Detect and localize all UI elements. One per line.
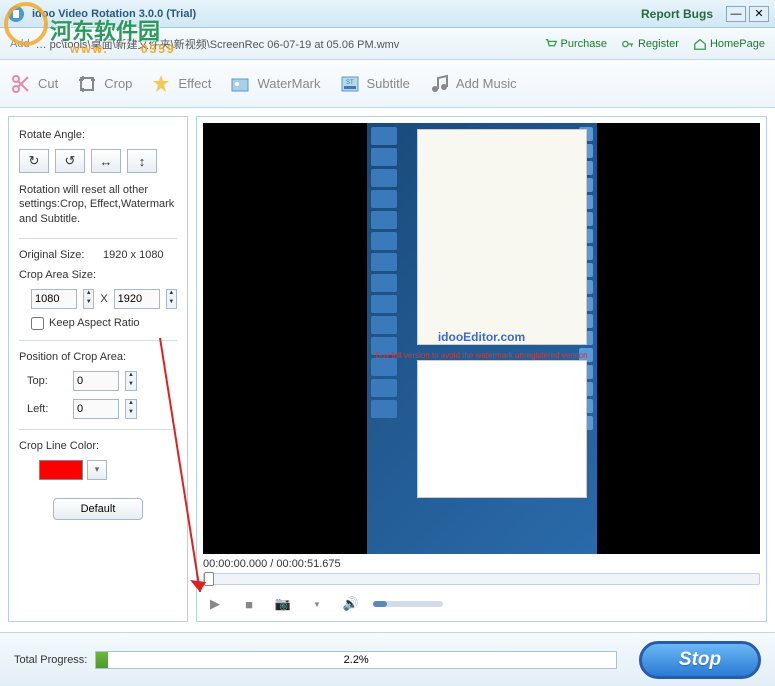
add-label: Add bbox=[10, 38, 30, 50]
crop-top-input[interactable] bbox=[73, 371, 119, 391]
report-bugs-link[interactable]: Report Bugs bbox=[641, 7, 713, 21]
stop-playback-button[interactable]: ■ bbox=[237, 593, 261, 615]
close-button[interactable]: ✕ bbox=[749, 6, 769, 22]
crop-height-spinner[interactable]: ▲▼ bbox=[166, 289, 177, 309]
crop-color-dropdown[interactable]: ▾ bbox=[87, 460, 107, 480]
footer-bar: Total Progress: 2.2% Stop bbox=[0, 632, 775, 686]
watermark-icon bbox=[229, 73, 251, 95]
progress-bar: 2.2% bbox=[95, 651, 617, 669]
svg-text:ST: ST bbox=[346, 80, 354, 86]
subtitle-icon: ST bbox=[339, 73, 361, 95]
snapshot-button[interactable]: 📷 bbox=[271, 593, 295, 615]
crop-width-spinner[interactable]: ▲▼ bbox=[83, 289, 94, 309]
volume-slider[interactable] bbox=[373, 601, 443, 607]
crop-color-swatch bbox=[39, 460, 83, 480]
music-icon bbox=[428, 73, 450, 95]
stop-button[interactable]: Stop bbox=[639, 641, 761, 679]
file-path: … pc\tools\桌面\新建文件夹\新视频\ScreenRec 06-07-… bbox=[36, 36, 530, 52]
flip-horizontal-button[interactable]: ↔ bbox=[91, 149, 121, 173]
register-link[interactable]: Register bbox=[621, 37, 679, 51]
rotation-note: Rotation will reset all other settings:C… bbox=[19, 183, 177, 226]
editor-watermark: idooEditor.com bbox=[367, 330, 597, 344]
seek-thumb[interactable] bbox=[204, 572, 214, 586]
snapshot-dropdown[interactable]: ▼ bbox=[305, 593, 329, 615]
playback-controls: ▶ ■ 📷 ▼ 🔊 bbox=[203, 593, 760, 615]
crop-tool[interactable]: Crop bbox=[76, 73, 132, 95]
rotate-cw-button[interactable]: ↻ bbox=[19, 149, 49, 173]
original-size-value: 1920 x 1080 bbox=[103, 249, 164, 261]
home-icon bbox=[693, 37, 707, 51]
scissors-icon bbox=[10, 73, 32, 95]
crop-icon bbox=[76, 73, 98, 95]
crop-left-spinner[interactable]: ▲▼ bbox=[125, 399, 137, 419]
window-title: idoo Video Rotation 3.0.0 (Trial) bbox=[32, 8, 641, 20]
watermark-tool[interactable]: WaterMark bbox=[229, 73, 320, 95]
time-display: 00:00:00.000 / 00:00:51.675 bbox=[203, 558, 760, 570]
purchase-link[interactable]: Purchase bbox=[544, 37, 607, 51]
settings-panel: Rotate Angle: ↻ ↺ ↔ ↕ Rotation will rese… bbox=[8, 116, 188, 622]
default-button[interactable]: Default bbox=[53, 498, 143, 520]
position-label: Position of Crop Area: bbox=[19, 351, 177, 363]
preview-panel: idooEditor.com Buy full version to avoid… bbox=[196, 116, 767, 622]
subtitle-tool[interactable]: STSubtitle bbox=[339, 73, 410, 95]
left-label: Left: bbox=[27, 403, 67, 415]
editor-watermark-sub: Buy full version to avoid the watermark … bbox=[367, 351, 597, 360]
titlebar: idoo Video Rotation 3.0.0 (Trial) Report… bbox=[0, 0, 775, 28]
rotate-angle-label: Rotate Angle: bbox=[19, 129, 177, 141]
crop-top-spinner[interactable]: ▲▼ bbox=[125, 371, 137, 391]
keep-aspect-ratio-checkbox[interactable]: Keep Aspect Ratio bbox=[31, 317, 177, 330]
cut-tool[interactable]: Cut bbox=[10, 73, 58, 95]
key-icon bbox=[621, 37, 635, 51]
progress-text: 2.2% bbox=[96, 652, 616, 668]
cart-icon bbox=[544, 37, 558, 51]
app-logo-icon bbox=[6, 4, 26, 24]
homepage-link[interactable]: HomePage bbox=[693, 37, 765, 51]
video-preview: idooEditor.com Buy full version to avoid… bbox=[203, 123, 760, 554]
top-label: Top: bbox=[27, 375, 67, 387]
effect-tool[interactable]: Effect bbox=[150, 73, 211, 95]
rotate-ccw-button[interactable]: ↺ bbox=[55, 149, 85, 173]
crop-width-input[interactable] bbox=[31, 289, 77, 309]
flip-vertical-button[interactable]: ↕ bbox=[127, 149, 157, 173]
crop-left-input[interactable] bbox=[73, 399, 119, 419]
play-button[interactable]: ▶ bbox=[203, 593, 227, 615]
crop-line-color-label: Crop Line Color: bbox=[19, 440, 177, 452]
volume-icon[interactable]: 🔊 bbox=[339, 593, 363, 615]
crop-area-size-label: Crop Area Size: bbox=[19, 269, 177, 281]
crop-height-input[interactable] bbox=[114, 289, 160, 309]
original-size-label: Original Size: bbox=[19, 249, 97, 261]
minimize-button[interactable]: — bbox=[726, 6, 746, 22]
seek-bar[interactable] bbox=[203, 573, 760, 585]
add-music-tool[interactable]: Add Music bbox=[428, 73, 517, 95]
progress-label: Total Progress: bbox=[14, 654, 87, 666]
path-bar: Add … pc\tools\桌面\新建文件夹\新视频\ScreenRec 06… bbox=[0, 28, 775, 60]
x-separator: X bbox=[100, 293, 107, 305]
main-toolbar: Cut Crop Effect WaterMark STSubtitle Add… bbox=[0, 60, 775, 108]
star-icon bbox=[150, 73, 172, 95]
